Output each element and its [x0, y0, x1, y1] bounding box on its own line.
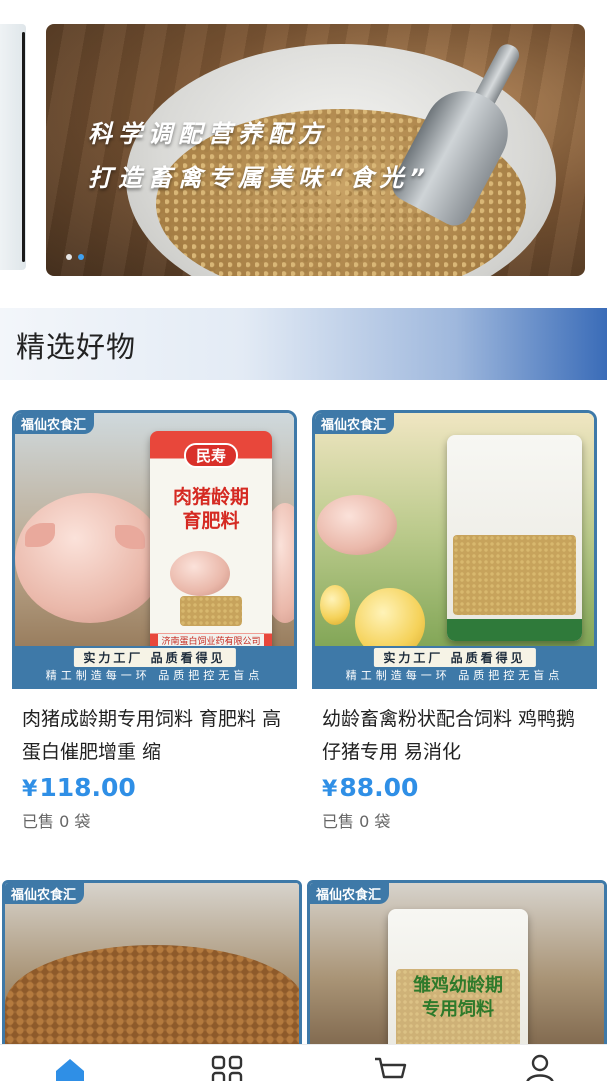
price-value: 88.00 [339, 773, 419, 802]
promo-slogan: 实力工厂 品质看得见 精工制造每一环 品质把控无盲点 [15, 646, 294, 686]
bag-title-line-2: 专用饲料 [422, 999, 494, 1020]
product-card[interactable]: 民寿 肉猪龄期 育肥料 济南蛋白饲业药有限公司 福仙农食汇 实力工厂 品质看得见… [12, 410, 297, 832]
product-image[interactable]: 福仙农食汇 实力工厂 品质看得见 精工制造每一环 品质把控无盲点 [312, 410, 597, 689]
user-icon [526, 1054, 554, 1081]
bag-title-line-1: 肉猪龄期 [172, 486, 249, 508]
sold-count: 已售 0 袋 [322, 812, 391, 831]
banner-prev-slide[interactable] [0, 24, 26, 270]
product-card[interactable]: 雏鸡幼龄期 专用饲料 福仙农食汇 [307, 880, 607, 1060]
tab-profile[interactable] [522, 1053, 562, 1081]
slogan-sub: 精工制造每一环 品质把控无盲点 [45, 669, 264, 682]
slogan-main: 实力工厂 品质看得见 [73, 648, 236, 667]
feed-bag-image: 雏鸡幼龄期 专用饲料 [388, 909, 528, 1057]
product-name[interactable]: 肉猪成龄期专用饲料 育肥料 高蛋白催肥增重 缩 [22, 703, 287, 769]
banner-carousel[interactable]: 科学调配营养配方 打造畜禽专属美味“食光” [0, 0, 607, 290]
product-price: ¥118.00 [22, 773, 287, 802]
kibble-pile-image [5, 945, 299, 1057]
featured-section-header: 精选好物 [0, 308, 607, 380]
banner-line-1: 科学调配营养配方 [88, 120, 328, 148]
bottom-tab-bar [0, 1044, 607, 1081]
banner-dot-2[interactable] [78, 254, 84, 260]
banner-slide[interactable]: 科学调配营养配方 打造畜禽专属美味“食光” [46, 24, 585, 276]
slogan-main: 实力工厂 品质看得见 [373, 648, 536, 667]
product-price: ¥88.00 [322, 773, 587, 802]
sold-count: 已售 0 袋 [22, 812, 91, 831]
banner-line-2: 打造畜禽专属美味“食光” [88, 164, 431, 192]
feed-bag-image: 民寿 肉猪龄期 育肥料 济南蛋白饲业药有限公司 [150, 431, 272, 661]
product-image[interactable]: 福仙农食汇 [2, 880, 302, 1060]
banner-dot-1[interactable] [66, 254, 72, 260]
product-card[interactable]: 福仙农食汇 实力工厂 品质看得见 精工制造每一环 品质把控无盲点 幼龄畜禽粉状配… [312, 410, 597, 832]
product-image[interactable]: 民寿 肉猪龄期 育肥料 济南蛋白饲业药有限公司 福仙农食汇 实力工厂 品质看得见… [12, 410, 297, 689]
product-name[interactable]: 幼龄畜禽粉状配合饲料 鸡鸭鹅仔猪专用 易消化 [322, 703, 587, 769]
cart-icon [375, 1057, 407, 1079]
pig-image [15, 493, 165, 623]
currency-symbol: ¥ [322, 777, 338, 802]
slogan-sub: 精工制造每一环 品质把控无盲点 [345, 669, 564, 682]
category-icon [211, 1055, 243, 1081]
price-value: 118.00 [39, 773, 136, 802]
banner-headline: 科学调配营养配方 打造畜禽专属美味“食光” [88, 112, 431, 200]
banner-indicator [66, 254, 84, 260]
promo-slogan: 实力工厂 品质看得见 精工制造每一环 品质把控无盲点 [315, 646, 594, 686]
bag-title-line-2: 育肥料 [182, 510, 240, 532]
brand-tag: 福仙农食汇 [315, 413, 395, 434]
bag-brand-logo: 民寿 [183, 443, 239, 468]
brand-tag: 福仙农食汇 [5, 883, 85, 904]
currency-symbol: ¥ [22, 777, 38, 802]
brand-tag: 福仙农食汇 [310, 883, 390, 904]
brand-tag: 福仙农食汇 [15, 413, 95, 434]
bag-title-line-1: 雏鸡幼龄期 [413, 975, 503, 996]
feed-bag-image [447, 435, 582, 641]
product-card[interactable]: 福仙农食汇 [2, 880, 302, 1060]
tab-category[interactable] [210, 1053, 250, 1081]
tab-cart[interactable] [372, 1053, 412, 1081]
home-icon [56, 1059, 84, 1081]
section-title: 精选好物 [16, 330, 137, 364]
tab-home[interactable] [52, 1053, 92, 1081]
product-image[interactable]: 雏鸡幼龄期 专用饲料 福仙农食汇 [307, 880, 607, 1060]
